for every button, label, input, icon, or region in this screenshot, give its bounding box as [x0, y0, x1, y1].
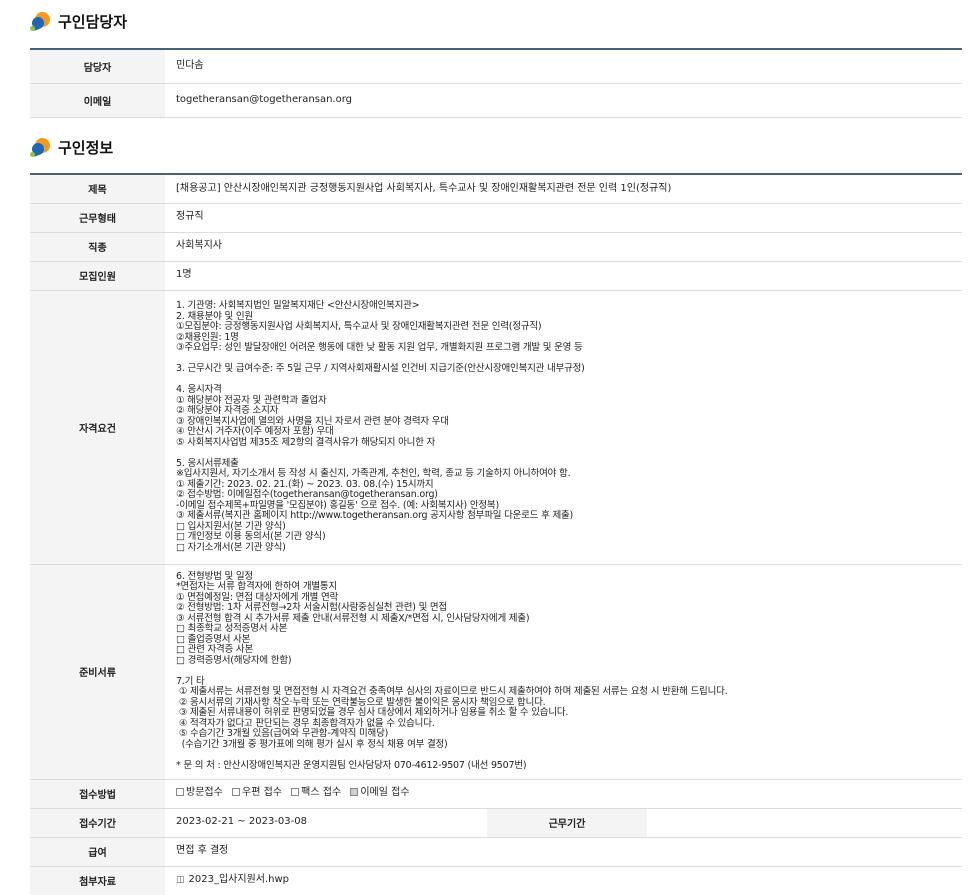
checkbox-icon — [176, 788, 184, 797]
employment-type-value: 정규직 — [165, 203, 962, 233]
row-label: 급여 — [30, 837, 165, 867]
option-visit: 방문접수 — [176, 787, 223, 798]
table-row: 직종 사회복지사 — [30, 232, 962, 262]
option-email: 이메일 접수 — [350, 787, 410, 798]
table-row: 제목 [채용공고] 안산시장애인복지관 긍정행동지원사업 사회복지사, 특수교사… — [30, 174, 962, 204]
option-mail: 우편 접수 — [232, 787, 282, 798]
table-row: 모집인원 1명 — [30, 261, 962, 291]
job-section-title: 구인정보 — [30, 135, 113, 159]
row-label: 제목 — [30, 174, 165, 204]
application-method-options: 방문접수 우편 접수 팩스 접수 이메일 접수 — [165, 779, 962, 809]
salary-value: 면접 후 결정 — [165, 837, 962, 867]
row-label: 접수방법 — [30, 779, 165, 809]
checkbox-checked-icon — [350, 788, 359, 797]
logo-icon — [30, 10, 52, 32]
job-table: 제목 [채용공고] 안산시장애인복지관 긍정행동지원사업 사회복지사, 특수교사… — [30, 173, 962, 895]
table-row: 이메일 togetheransan@togetheransan.org — [30, 83, 962, 118]
contact-email: togetheransan@togetheransan.org — [165, 83, 962, 118]
application-period-value: 2023-02-21 ~ 2023-03-08 — [165, 808, 487, 838]
work-period-value — [647, 808, 962, 838]
contact-section-title-text: 구인담당자 — [58, 12, 128, 31]
table-row: 급여 면접 후 결정 — [30, 837, 962, 867]
row-label: 자격요건 — [30, 290, 165, 565]
row-label: 직종 — [30, 232, 165, 262]
contact-table: 담당자 민다솜 이메일 togetheransan@togetheransan.… — [30, 48, 962, 118]
documents-text: 6. 전형방법 및 일정 *면접자는 서류 합격자에 한하여 개별통지 ① 면접… — [165, 564, 962, 780]
table-row: 접수방법 방문접수 우편 접수 팩스 접수 이메일 접수 — [30, 779, 962, 809]
table-row: 자격요건 1. 기관명: 사회복지법인 밀알복지재단 <안산시장애인복지관> 2… — [30, 290, 962, 565]
row-label: 접수기간 — [30, 808, 165, 838]
row-label: 담당자 — [30, 49, 165, 84]
table-row: 담당자 민다솜 — [30, 49, 962, 84]
headcount-value: 1명 — [165, 261, 962, 291]
attachment-file-link[interactable]: 2023_입사지원서.hwp — [189, 874, 290, 886]
row-label: 준비서류 — [30, 564, 165, 780]
row-label: 근무형태 — [30, 203, 165, 233]
row-label: 모집인원 — [30, 261, 165, 291]
file-icon: ◫ — [176, 875, 185, 886]
logo-icon — [30, 136, 52, 158]
row-label: 이메일 — [30, 83, 165, 118]
work-period-label: 근무기간 — [487, 808, 647, 838]
job-section-title-text: 구인정보 — [58, 138, 114, 157]
table-row: 첨부자료 ◫ 2023_입사지원서.hwp — [30, 866, 962, 895]
table-row: 준비서류 6. 전형방법 및 일정 *면접자는 서류 합격자에 한하여 개별통지… — [30, 564, 962, 780]
job-title-value: [채용공고] 안산시장애인복지관 긍정행동지원사업 사회복지사, 특수교사 및 … — [165, 174, 962, 204]
table-row: 근무형태 정규직 — [30, 203, 962, 233]
checkbox-icon — [232, 788, 240, 797]
contact-name: 민다솜 — [165, 49, 962, 84]
row-label: 첨부자료 — [30, 866, 165, 895]
job-type-value: 사회복지사 — [165, 232, 962, 262]
qualifications-text: 1. 기관명: 사회복지법인 밀알복지재단 <안산시장애인복지관> 2. 채용분… — [165, 290, 962, 565]
checkbox-icon — [291, 788, 300, 797]
contact-section-title: 구인담당자 — [30, 9, 127, 33]
option-fax: 팩스 접수 — [291, 787, 341, 798]
table-row: 접수기간 2023-02-21 ~ 2023-03-08 근무기간 — [30, 808, 962, 838]
attachment-cell: ◫ 2023_입사지원서.hwp — [165, 866, 962, 895]
